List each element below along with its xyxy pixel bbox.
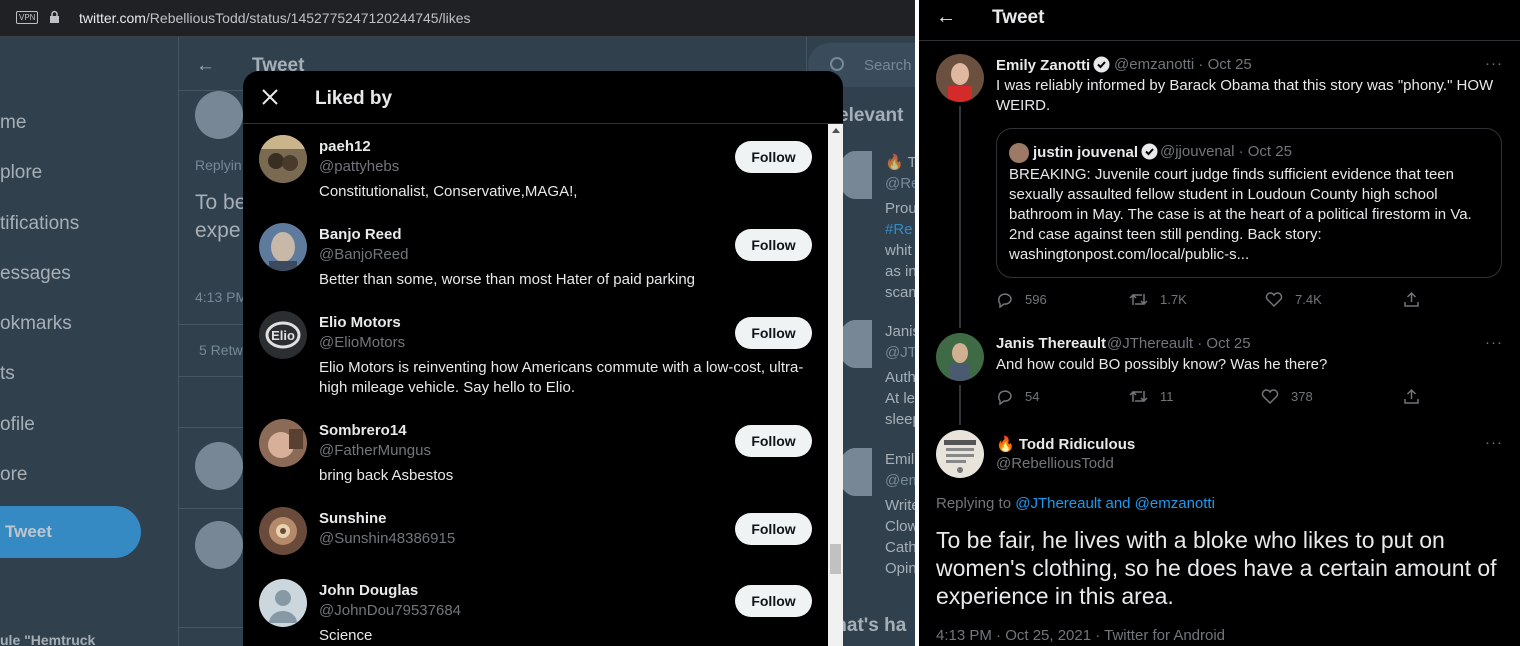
modal-header: Liked by [243,71,843,124]
user-name[interactable]: Sunshine [319,510,387,527]
verified-badge-icon [1141,143,1158,160]
user-name[interactable]: paeh12 [319,138,371,155]
avatar[interactable] [259,419,307,467]
scroll-up-arrow-icon[interactable] [832,128,840,133]
avatar[interactable] [259,579,307,627]
user-handle[interactable]: @Sunshin48386915 [319,530,455,547]
user-bio: Elio Motors is reinventing how Americans… [319,359,804,396]
url-text[interactable]: twitter.com/RebelliousTodd/status/145277… [79,10,471,26]
url-host: twitter.com [79,10,146,26]
author-name[interactable]: Emily Zanotti [996,56,1110,74]
author-meta[interactable]: @emzanotti · Oct 25 [1114,56,1252,73]
retweet-action[interactable]: 1.7K [1129,291,1187,308]
share-action[interactable] [1403,291,1432,308]
like-count: 7.4K [1295,292,1322,307]
replying-to-link[interactable]: @JThereault and @emzanotti [1015,495,1215,512]
retweet-icon [1129,293,1148,306]
user-handle[interactable]: @JohnDou79537684 [319,602,461,619]
avatar [1009,143,1029,163]
user-handle[interactable]: @pattyhebs [319,158,399,175]
more-options-icon[interactable]: ··· [1485,55,1503,72]
follow-button[interactable]: Follow [735,229,812,261]
retweet-icon [1129,390,1148,403]
author-name[interactable]: 🔥 Todd Ridiculous [996,435,1135,453]
share-icon [1404,388,1419,404]
back-arrow-icon[interactable]: ← [936,6,956,29]
user-handle[interactable]: @FatherMungus [319,442,431,459]
quote-author-meta: @jjouvenal · Oct 25 [1160,143,1292,160]
follow-button[interactable]: Follow [735,585,812,617]
modal-title: Liked by [315,88,393,109]
more-options-icon[interactable]: ··· [1485,334,1503,351]
thread-line [959,106,961,328]
user-handle[interactable]: @ElioMotors [319,334,405,351]
thread-line [959,385,961,425]
avatar[interactable] [936,54,984,102]
quote-author-name: justin jouvenal [1033,143,1158,161]
more-options-icon[interactable]: ··· [1485,434,1503,451]
avatar[interactable] [936,333,984,381]
user-name[interactable]: John Douglas [319,582,418,599]
follow-button[interactable]: Follow [735,141,812,173]
author-name-text: Emily Zanotti [996,57,1091,74]
heart-icon [1261,389,1279,405]
follow-button[interactable]: Follow [735,425,812,457]
share-icon [1404,291,1419,307]
replying-to: Replying to @JThereault and @emzanotti [936,495,1215,512]
vpn-badge[interactable]: VPN [16,11,39,24]
left-screenshot: VPN twitter.com/RebelliousTodd/status/14… [0,0,915,646]
replying-prefix: Replying to [936,495,1016,512]
like-action[interactable]: 378 [1261,388,1313,405]
avatar[interactable] [259,507,307,555]
like-count: 378 [1291,389,1313,404]
user-bio: Better than some, worse than most Hater … [319,271,696,288]
like-action[interactable]: 7.4K [1265,291,1322,308]
user-name[interactable]: Sombrero14 [319,422,407,439]
quote-author-name-text: justin jouvenal [1033,144,1139,161]
user-name[interactable]: Elio Motors [319,314,401,331]
user-handle[interactable]: @BanjoReed [319,246,408,263]
close-icon[interactable] [259,86,281,108]
liked-by-modal: Liked by paeh12 @pattyhebs Constitutiona… [243,71,843,646]
user-bio: bring back Asbestos [319,467,454,484]
reply-action[interactable]: 596 [996,291,1047,309]
reply-icon [998,293,1012,309]
retweet-count: 11 [1160,389,1174,404]
reply-action[interactable]: 54 [996,388,1040,406]
url-path: /RebelliousTodd/status/14527752471202447… [145,10,471,26]
share-action[interactable] [1403,388,1432,405]
scrollbar-thumb[interactable] [830,544,841,574]
header-title: Tweet [992,7,1045,28]
avatar[interactable] [259,223,307,271]
tweet-text: I was reliably informed by Barack Obama … [996,77,1494,114]
browser-address-bar[interactable]: VPN twitter.com/RebelliousTodd/status/14… [0,0,915,37]
quote-text: BREAKING: Juvenile court judge finds suf… [1009,166,1472,263]
quoted-tweet[interactable]: justin jouvenal @jjouvenal · Oct 25 BREA… [996,128,1502,278]
author-handle[interactable]: @RebelliousTodd [996,455,1114,472]
author-meta[interactable]: @JThereault · Oct 25 [1107,335,1251,352]
svg-text:Elio: Elio [271,328,295,343]
retweet-action[interactable]: 11 [1129,388,1174,405]
tweet-header: ← Tweet [919,0,1520,41]
retweet-count: 1.7K [1160,292,1187,307]
reply-icon [998,390,1012,406]
lock-icon[interactable] [49,10,60,24]
verified-badge-icon [1093,56,1110,73]
main-tweet-text: To be fair, he lives with a bloke who li… [936,527,1497,609]
follow-button[interactable]: Follow [735,317,812,349]
follow-button[interactable]: Follow [735,513,812,545]
user-bio: Constitutionalist, Conservative,MAGA!, [319,183,578,200]
avatar[interactable] [936,430,984,478]
avatar[interactable] [259,135,307,183]
author-name[interactable]: Janis Thereault [996,335,1106,352]
tweet-timestamp[interactable]: 4:13 PM · Oct 25, 2021 · Twitter for And… [936,627,1225,644]
avatar[interactable]: Elio [259,311,307,359]
reply-count: 596 [1025,292,1047,307]
reply-count: 54 [1025,389,1040,404]
heart-icon [1265,292,1283,308]
user-name[interactable]: Banjo Reed [319,226,402,243]
right-screenshot: ← Tweet Emily Zanotti @emzanotti · Oct 2… [919,0,1520,646]
user-bio: Science [319,627,373,644]
tweet-text: And how could BO possibly know? Was he t… [996,356,1328,373]
